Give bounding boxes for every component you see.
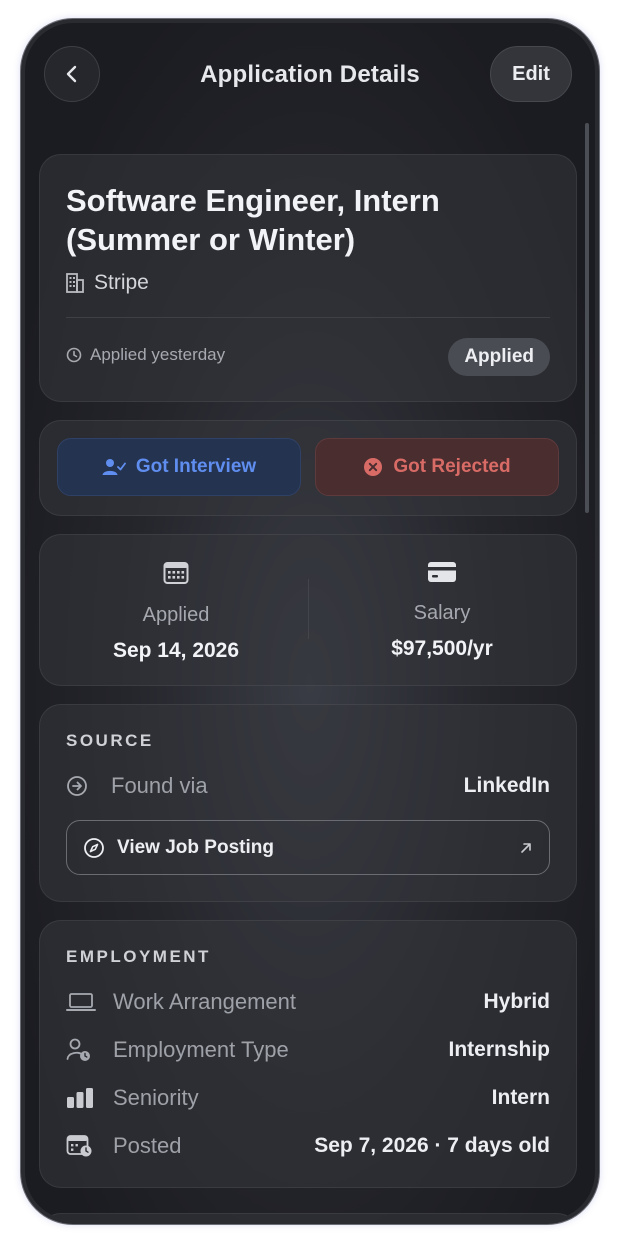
company-name: Stripe [94, 271, 149, 294]
source-card: SOURCE Found via LinkedIn View Job Posti… [39, 704, 577, 902]
applied-time: Applied yesterday [66, 345, 225, 365]
x-circle-icon [364, 458, 383, 476]
external-link-icon [521, 842, 531, 853]
calendar-clock-icon [66, 1135, 92, 1157]
view-job-posting-button[interactable]: View Job Posting [66, 820, 550, 875]
applied-label: Applied [142, 604, 210, 626]
got-rejected-button[interactable]: Got Rejected [315, 438, 559, 496]
seniority-value: Intern [491, 1086, 550, 1109]
salary-label: Salary [413, 602, 471, 624]
got-interview-button[interactable]: Got Interview [57, 438, 301, 496]
work-arrangement-value: Hybrid [483, 990, 550, 1013]
applied-date: Sep 14, 2026 [112, 639, 240, 662]
posted-row: Posted Sep 7, 2026 · 7 days old [66, 1131, 550, 1161]
seniority-label: Seniority [113, 1085, 199, 1110]
applied-time-text: Applied yesterday [90, 345, 226, 364]
next-card-peek [39, 1213, 579, 1220]
status-badge: Applied [448, 338, 550, 376]
status-actions-card: Got Interview Got Rejected [39, 420, 577, 516]
app-screen: Application Details Edit Software Engine… [25, 23, 595, 1220]
calendar-icon [163, 562, 189, 584]
clock-icon [66, 347, 82, 363]
employment-type-value: Internship [448, 1038, 550, 1061]
job-summary-card: Software Engineer, Intern (Summer or Win… [39, 154, 577, 402]
stats-divider [308, 579, 309, 639]
got-interview-label: Got Interview [135, 456, 257, 477]
source-section-title: SOURCE [66, 731, 154, 750]
employment-card: EMPLOYMENT Work Arrangement Hybrid Emplo… [39, 920, 577, 1188]
edit-button[interactable]: Edit [490, 46, 572, 102]
work-arrangement-row: Work Arrangement Hybrid [66, 987, 550, 1017]
found-via-label: Found via [111, 773, 208, 798]
employment-type-row: Employment Type Internship [66, 1035, 550, 1065]
stats-card: Applied Sep 14, 2026 Salary $97,500/yr [39, 534, 577, 686]
employment-section-title: EMPLOYMENT [66, 947, 211, 966]
arrow-circle-right-icon [67, 776, 87, 796]
posted-label: Posted [113, 1133, 182, 1158]
posted-value: Sep 7, 2026 · 7 days old [314, 1134, 550, 1157]
job-title: Software Engineer, Intern (Summer or Win… [66, 183, 440, 257]
employment-type-label: Employment Type [113, 1037, 289, 1062]
divider [66, 317, 550, 318]
bar-chart-icon [67, 1088, 93, 1108]
top-bar: Application Details Edit [25, 23, 595, 123]
view-job-posting-label: View Job Posting [117, 836, 274, 858]
scrollbar[interactable] [585, 123, 589, 513]
found-via-value: LinkedIn [463, 774, 550, 797]
found-via-row: Found via LinkedIn [66, 771, 550, 801]
got-rejected-label: Got Rejected [393, 456, 511, 477]
salary-value: $97,500/yr [391, 637, 493, 660]
company-row: Stripe [66, 271, 149, 295]
compass-icon [84, 837, 104, 858]
phone-frame: Application Details Edit Software Engine… [21, 19, 599, 1224]
credit-card-icon [428, 562, 456, 582]
user-clock-icon [66, 1038, 90, 1061]
building-icon [66, 273, 84, 293]
seniority-row: Seniority Intern [66, 1083, 550, 1113]
applied-stat: Applied Sep 14, 2026 [46, 561, 306, 663]
laptop-icon [66, 993, 96, 1011]
work-arrangement-label: Work Arrangement [113, 989, 297, 1014]
user-check-icon [102, 459, 126, 475]
salary-stat: Salary $97,500/yr [312, 561, 572, 661]
